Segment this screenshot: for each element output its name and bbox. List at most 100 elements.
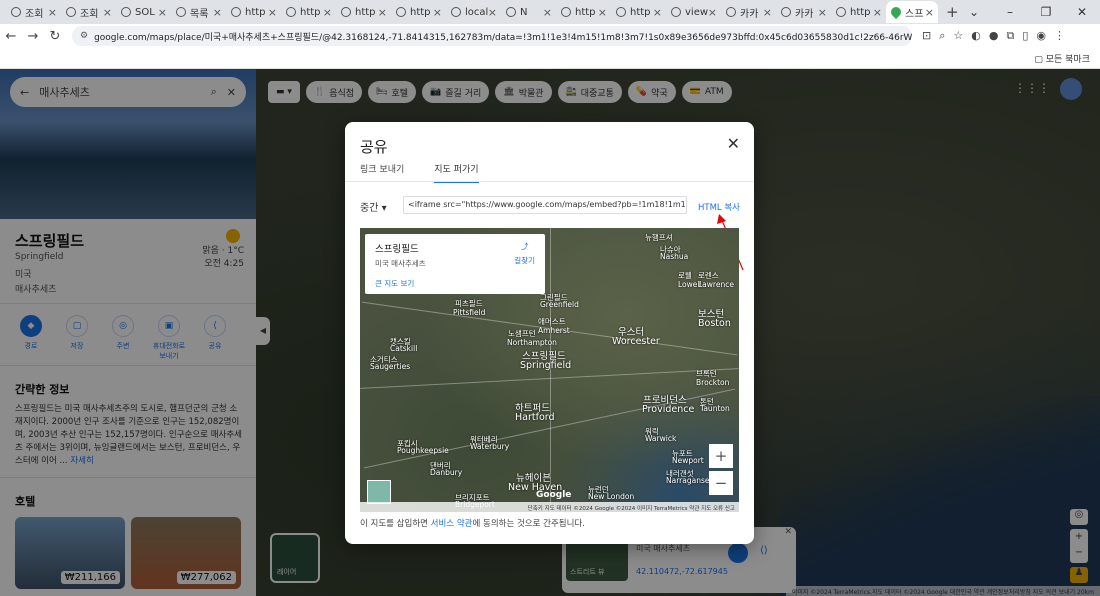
browser-tab[interactable]: local × xyxy=(446,1,501,23)
extension-icon[interactable]: ◐ xyxy=(971,29,981,43)
browser-tab[interactable]: 조회 × xyxy=(61,1,116,23)
close-tab-icon[interactable]: × xyxy=(543,6,552,19)
profile-avatar[interactable]: ◉ xyxy=(1036,29,1046,43)
extension-icon-2[interactable]: ● xyxy=(989,29,999,43)
tab-label: 조회 xyxy=(25,8,44,20)
toolbar-icons: ⊡ ⌕ ☆ ◐ ● ⧉ ▯ ◉ ⋮ xyxy=(922,29,1065,43)
tab-label: http xyxy=(575,6,596,18)
browser-tab[interactable]: http × xyxy=(336,1,391,23)
reload-button[interactable]: ↻ xyxy=(44,29,66,44)
browser-tab[interactable]: 조회 × xyxy=(6,1,61,23)
browser-tab[interactable]: http × xyxy=(226,1,281,23)
tab-label: SOL xyxy=(135,6,155,18)
browser-tab[interactable]: http × xyxy=(556,1,611,23)
extensions-puzzle-icon[interactable]: ⧉ xyxy=(1006,29,1014,43)
browser-tab[interactable]: view × xyxy=(666,1,721,23)
bookmark-star-icon[interactable]: ☆ xyxy=(953,29,963,43)
site-info-icon[interactable]: ⚙ xyxy=(80,31,88,41)
map-place-label: Taunton xyxy=(700,404,730,413)
sidepanel-icon[interactable]: ▯ xyxy=(1022,29,1028,43)
tab-embed-map[interactable]: 지도 퍼가기 xyxy=(434,162,479,183)
tab-label: http xyxy=(355,6,376,18)
close-tab-icon[interactable]: × xyxy=(103,6,112,19)
close-tab-icon[interactable]: × xyxy=(763,6,772,19)
close-tab-icon[interactable]: × xyxy=(158,6,167,19)
map-place-label: Boston xyxy=(698,318,731,329)
tab-label: N xyxy=(520,6,528,18)
view-larger-map-link[interactable]: 큰 지도 보기 xyxy=(375,278,414,289)
close-tab-icon[interactable]: × xyxy=(653,6,662,19)
zoom-in-button[interactable]: + xyxy=(709,444,733,468)
terms-prefix: 이 지도를 삽입하면 xyxy=(360,519,431,529)
google-logo: Google xyxy=(536,490,572,500)
embed-code-field[interactable]: <iframe src="https://www.google.com/maps… xyxy=(403,196,687,214)
terms-suffix: 에 동의하는 것으로 간주됩니다. xyxy=(472,519,585,529)
close-tab-icon[interactable]: × xyxy=(323,6,332,19)
url-field[interactable]: ⚙ google.com/maps/place/미국+매사추세츠+스프링필드/@… xyxy=(72,26,912,46)
tab-label: view xyxy=(685,6,709,18)
embed-attribution: 단축키 지도 데이터 ©2024 Google ©2024 이미지 TerraM… xyxy=(360,502,739,512)
close-tab-icon[interactable]: × xyxy=(488,6,497,19)
embed-map-preview[interactable]: 뉴햄프셔 보스턴 Boston 우스터 Worcester 스프링필드 Springfiel… xyxy=(360,228,739,512)
close-tab-icon[interactable]: × xyxy=(873,6,882,19)
tab-favicon-icon xyxy=(781,7,791,17)
tab-label: 카카 xyxy=(795,8,814,20)
close-icon[interactable]: ✕ xyxy=(727,134,740,153)
browser-tab[interactable]: 스프 × xyxy=(886,1,938,23)
browser-tab[interactable]: 목록 × xyxy=(171,1,226,23)
browser-tab[interactable]: http × xyxy=(281,1,336,23)
terms-of-service-link[interactable]: 서비스 약관 xyxy=(431,519,473,529)
zoom-icon[interactable]: ⌕ xyxy=(939,29,945,43)
chevron-down-icon[interactable]: ⌄ xyxy=(956,0,992,24)
close-window-button[interactable]: ✕ xyxy=(1064,0,1100,24)
browser-tab[interactable]: 카카 × xyxy=(721,1,776,23)
tab-favicon-icon xyxy=(671,7,681,17)
map-place-label: Narragansett xyxy=(666,476,716,485)
close-tab-icon[interactable]: × xyxy=(213,6,222,19)
zoom-out-button[interactable]: − xyxy=(709,471,733,495)
tab-label: http xyxy=(410,6,431,18)
close-tab-icon[interactable]: × xyxy=(268,6,277,19)
size-dropdown[interactable]: 중간 ▾ xyxy=(360,199,387,214)
maps-viewport: ▬ ▾ 🍴 음식점 🛏 호텔 📷 즐길 거리 🏛 박물관 🚉 대중교통 💊 약국 💳 ATM ⋮⋮⋮ ◀ … xyxy=(0,69,1100,596)
close-tab-icon[interactable]: × xyxy=(48,6,57,19)
embed-layer-thumbnail[interactable] xyxy=(367,480,391,504)
share-dialog: 공유 ✕ 링크 보내기 지도 퍼가기 중간 ▾ <iframe src="htt… xyxy=(345,122,754,544)
tab-label: http xyxy=(245,6,266,18)
tab-favicon-icon xyxy=(451,7,461,17)
forward-button[interactable]: → xyxy=(22,29,44,44)
browser-tab[interactable]: http × xyxy=(831,1,886,23)
info-place-name: 스프링필드 xyxy=(375,244,419,255)
back-button[interactable]: ← xyxy=(0,29,22,44)
window-controls: ⌄ – ❐ ✕ xyxy=(956,0,1100,24)
minimize-button[interactable]: – xyxy=(992,0,1028,24)
tab-favicon-icon xyxy=(66,7,76,17)
map-place-label: Nashua xyxy=(660,252,689,261)
browser-tab[interactable]: http × xyxy=(391,1,446,23)
install-icon[interactable]: ⊡ xyxy=(922,29,931,43)
close-tab-icon[interactable]: × xyxy=(708,6,717,19)
browser-tab[interactable]: N × xyxy=(501,1,556,23)
directions-link[interactable]: ⤴ 길찾기 xyxy=(514,240,535,268)
menu-kebab-icon[interactable]: ⋮ xyxy=(1054,29,1065,43)
close-tab-icon[interactable]: × xyxy=(598,6,607,19)
tab-favicon-icon xyxy=(888,4,904,20)
browser-tab[interactable]: SOL × xyxy=(116,1,171,23)
tab-favicon-icon xyxy=(836,7,846,17)
maximize-button[interactable]: ❐ xyxy=(1028,0,1064,24)
close-tab-icon[interactable]: × xyxy=(925,6,934,19)
tab-label: http xyxy=(850,6,871,18)
tab-send-link[interactable]: 링크 보내기 xyxy=(360,162,404,183)
directions-icon: ⤴ xyxy=(520,242,529,251)
browser-tab[interactable]: http × xyxy=(611,1,666,23)
tab-label: http xyxy=(300,6,321,18)
size-value: 중간 xyxy=(360,203,379,214)
tab-favicon-icon xyxy=(286,7,296,17)
tab-favicon-icon xyxy=(341,7,351,17)
all-bookmarks-button[interactable]: ▢ 모든 북마크 xyxy=(1034,52,1090,65)
close-tab-icon[interactable]: × xyxy=(378,6,387,19)
map-place-label: Hartford xyxy=(515,412,555,423)
browser-tab[interactable]: 카카 × xyxy=(776,1,831,23)
close-tab-icon[interactable]: × xyxy=(818,6,827,19)
close-tab-icon[interactable]: × xyxy=(433,6,442,19)
